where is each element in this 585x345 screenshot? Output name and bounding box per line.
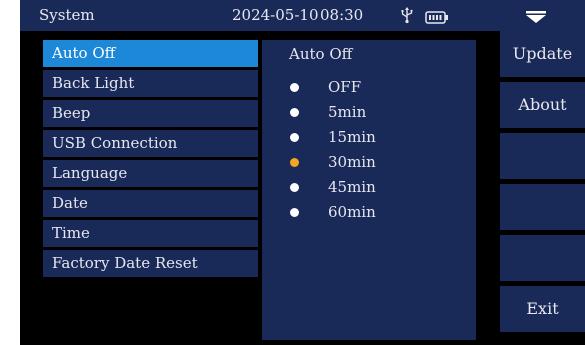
- option-label: OFF: [328, 78, 362, 96]
- side-button-column: Update About Exit: [500, 31, 585, 337]
- screen-title: System: [39, 6, 95, 24]
- settings-menu: Auto Off Back Light Beep USB Connection …: [43, 40, 258, 280]
- option-label: 5min: [328, 103, 367, 121]
- radio-dot-icon: [290, 133, 299, 142]
- update-button[interactable]: Update: [500, 31, 585, 77]
- status-date: 2024-05-10: [232, 6, 319, 24]
- radio-dot-selected-icon: [290, 158, 299, 167]
- option-label: 30min: [328, 153, 376, 171]
- device-screen: System 2024-05-10 08:30 Auto Off Back Li…: [20, 0, 585, 345]
- radio-dot-icon: [290, 183, 299, 192]
- menu-item-auto-off[interactable]: Auto Off: [43, 40, 258, 67]
- options-panel: Auto Off OFF 5min 15min 30min 45min 60mi…: [262, 40, 476, 340]
- option-15min[interactable]: 15min: [262, 125, 476, 150]
- battery-icon: [425, 9, 449, 28]
- menu-item-date[interactable]: Date: [43, 190, 258, 217]
- radio-dot-icon: [290, 108, 299, 117]
- dropdown-arrow-icon[interactable]: [525, 9, 547, 28]
- status-bar: System 2024-05-10 08:30: [20, 0, 585, 31]
- radio-dot-icon: [290, 208, 299, 217]
- menu-item-usb-connection[interactable]: USB Connection: [43, 130, 258, 157]
- about-button[interactable]: About: [500, 82, 585, 128]
- option-off[interactable]: OFF: [262, 75, 476, 100]
- option-label: 15min: [328, 128, 376, 146]
- status-time: 08:30: [320, 6, 364, 24]
- option-label: 60min: [328, 203, 376, 221]
- menu-item-language[interactable]: Language: [43, 160, 258, 187]
- option-30min[interactable]: 30min: [262, 150, 476, 175]
- menu-item-back-light[interactable]: Back Light: [43, 70, 258, 97]
- option-5min[interactable]: 5min: [262, 100, 476, 125]
- blank-button-3[interactable]: [500, 235, 585, 281]
- blank-button-1[interactable]: [500, 133, 585, 179]
- option-45min[interactable]: 45min: [262, 175, 476, 200]
- option-label: 45min: [328, 178, 376, 196]
- menu-item-time[interactable]: Time: [43, 220, 258, 247]
- usb-icon: [400, 6, 414, 28]
- menu-item-factory-reset[interactable]: Factory Date Reset: [43, 250, 258, 277]
- blank-button-2[interactable]: [500, 184, 585, 230]
- menu-item-beep[interactable]: Beep: [43, 100, 258, 127]
- options-title: Auto Off: [289, 45, 353, 63]
- radio-dot-icon: [290, 83, 299, 92]
- options-list: OFF 5min 15min 30min 45min 60min: [262, 75, 476, 225]
- option-60min[interactable]: 60min: [262, 200, 476, 225]
- exit-button[interactable]: Exit: [500, 286, 585, 332]
